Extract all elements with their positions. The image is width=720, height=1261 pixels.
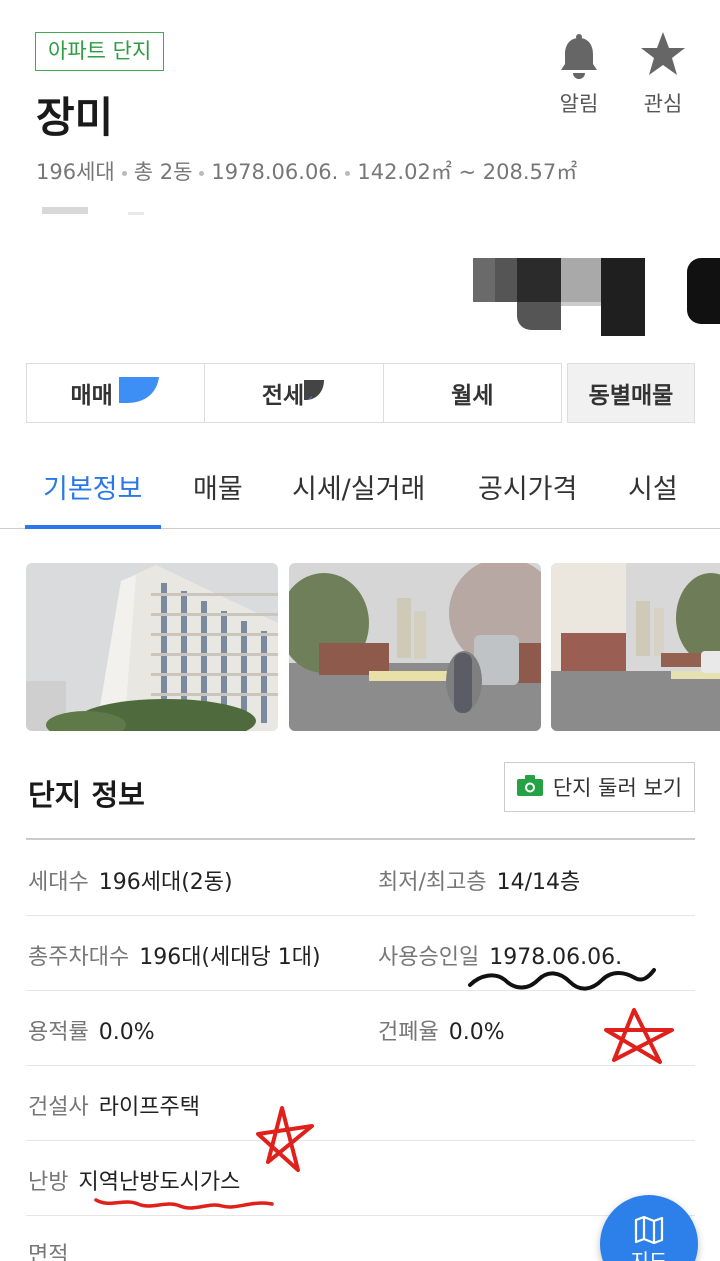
favorite-label: 관심 xyxy=(643,92,683,116)
info-row: 총주차대수 196대(세대당 1대) 사용승인일 1978.06.06. xyxy=(26,915,695,991)
complex-photo[interactable] xyxy=(551,563,720,731)
info-heating: 난방 지역난방도시가스 xyxy=(28,1170,241,1195)
deal-tab-label: 매매 xyxy=(70,383,113,409)
info-building-coverage: 건폐율 0.0% xyxy=(378,1020,505,1045)
meta-households: 196세대 xyxy=(36,160,115,184)
info-row: 세대수 196세대(2동) 최저/최고층 14/14층 xyxy=(26,840,695,916)
info-row: 면적 xyxy=(26,1215,695,1261)
alarm-button[interactable]: 알림 xyxy=(544,30,614,118)
map-button-label: 지도 xyxy=(630,1249,668,1261)
info-row: 난방 지역난방도시가스 xyxy=(26,1140,695,1216)
complex-tour-label: 단지 둘러 보기 xyxy=(552,776,683,800)
pixelated-redaction xyxy=(473,258,720,336)
deal-type-selector: 매매 전세 월세 xyxy=(26,363,562,423)
info-floors: 최저/최고층 14/14층 xyxy=(378,870,581,895)
meta-date: 1978.06.06. xyxy=(211,160,339,184)
meta-buildings: 총 2동 xyxy=(133,160,193,184)
main-tab-bar: 기본정보 매물 시세/실거래 공시가격 시설 xyxy=(0,455,720,529)
deal-tab-jeonse[interactable]: 전세 xyxy=(205,364,384,422)
info-households: 세대수 196세대(2동) xyxy=(28,870,233,895)
tab-facilities[interactable]: 시설 xyxy=(628,467,678,506)
deal-tab-label: 월세 xyxy=(451,383,494,409)
info-builder: 건설사 라이프주택 xyxy=(28,1095,200,1120)
map-icon xyxy=(634,1215,664,1249)
complex-photo[interactable] xyxy=(289,563,541,731)
tab-price-transactions[interactable]: 시세/실거래 xyxy=(292,467,425,506)
jeonse-indicator-icon xyxy=(304,378,326,408)
deal-tab-sale[interactable]: 매매 xyxy=(27,364,206,422)
separator-dot xyxy=(199,170,205,176)
active-tab-indicator xyxy=(25,525,161,529)
alarm-label: 알림 xyxy=(559,92,599,116)
star-icon xyxy=(628,30,698,82)
listings-by-building-button[interactable]: 동별매물 xyxy=(567,363,695,423)
complex-photo[interactable] xyxy=(26,563,278,731)
meta-area: 142.02㎡ ~ 208.57㎡ xyxy=(357,160,578,184)
complex-meta: 196세대 총 2동 1978.06.06. 142.02㎡ ~ 208.57㎡ xyxy=(36,156,577,186)
camera-icon xyxy=(516,774,543,801)
section-title: 단지 정보 xyxy=(28,778,145,812)
sale-indicator-icon xyxy=(117,375,161,411)
complex-type-tag: 아파트 단지 xyxy=(35,32,165,71)
info-approval-date: 사용승인일 1978.06.06. xyxy=(378,945,623,970)
info-row: 용적률 0.0% 건폐율 0.0% xyxy=(26,990,695,1066)
separator-dot xyxy=(345,170,351,176)
complex-name: 장미 xyxy=(36,93,114,142)
info-area: 면적 xyxy=(28,1243,69,1261)
tab-listings[interactable]: 매물 xyxy=(193,467,243,506)
info-floor-area-ratio: 용적률 0.0% xyxy=(28,1020,155,1045)
info-parking: 총주차대수 196대(세대당 1대) xyxy=(28,945,321,970)
info-row: 건설사 라이프주택 xyxy=(26,1065,695,1141)
separator-dot xyxy=(121,170,127,176)
deal-tab-label: 전세 xyxy=(261,383,305,409)
deal-tab-monthly[interactable]: 월세 xyxy=(384,364,561,422)
redacted-text xyxy=(42,207,88,214)
bell-icon xyxy=(544,30,614,82)
tab-basic-info[interactable]: 기본정보 xyxy=(43,467,142,506)
tab-official-price[interactable]: 공시가격 xyxy=(478,467,577,506)
redacted-text xyxy=(128,212,144,215)
complex-tour-button[interactable]: 단지 둘러 보기 xyxy=(504,762,695,812)
favorite-button[interactable]: 관심 xyxy=(628,30,698,118)
